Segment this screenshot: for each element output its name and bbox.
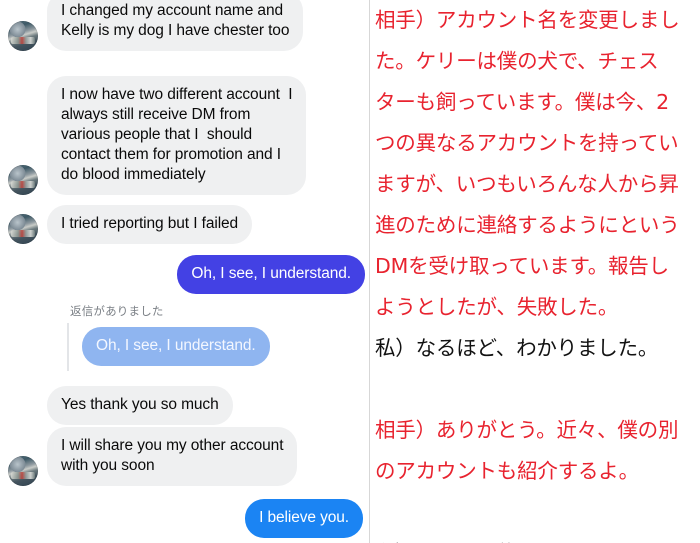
translation-line: DMを受け取っています。報告し [375, 254, 669, 278]
translation-line: ようとしたが、失敗した。 [375, 295, 619, 319]
message-row-incoming[interactable]: I tried reporting but I failed [8, 205, 253, 244]
message-row-outgoing[interactable]: I believe you. [245, 499, 363, 538]
message-row-incoming[interactable]: I will share you my other account with y… [8, 427, 298, 486]
message-bubble-outgoing[interactable]: Oh, I see, I understand. [177, 255, 365, 294]
message-row-outgoing[interactable]: Oh, I see, I understand. [177, 255, 365, 294]
translation-line: ターも飼っています。僕は今、2 [375, 90, 669, 114]
message-row-incoming[interactable]: Yes thank you so much [8, 386, 233, 425]
translation-line: た。ケリーは僕の犬で、チェス [375, 49, 659, 73]
message-bubble-outgoing[interactable]: I believe you. [245, 499, 363, 538]
screenshot-root: I changed my account name and Kelly is m… [0, 0, 700, 543]
message-bubble-incoming[interactable]: I tried reporting but I failed [47, 205, 253, 244]
chat-thread: I changed my account name and Kelly is m… [0, 0, 369, 543]
avatar[interactable] [8, 456, 38, 486]
message-row-incoming[interactable]: I changed my account name and Kelly is m… [8, 0, 304, 51]
translation-line: 進のために連絡するようにという [375, 213, 680, 237]
avatar[interactable] [8, 214, 38, 244]
translation-spacer [370, 369, 700, 410]
reply-indicator-label: 返信がありました [70, 304, 164, 318]
translation-line: 相手）アカウント名を変更しまし [375, 8, 680, 32]
message-bubble-incoming[interactable]: I changed my account name and Kelly is m… [47, 0, 304, 51]
translation-line: のアカウントも紹介するよ。 [375, 459, 639, 483]
message-bubble-incoming[interactable]: I now have two different account I alway… [47, 76, 307, 195]
reply-group: 返信がありました Oh, I see, I understand. [67, 303, 357, 371]
avatar[interactable] [8, 165, 38, 195]
japanese-translation-panel: 相手）アカウント名を変更しまし た。ケリーは僕の犬で、チェス ターも飼っています… [370, 0, 700, 543]
translation-line: ますが、いつもいろんな人から昇 [375, 172, 679, 196]
quoted-message-bubble[interactable]: Oh, I see, I understand. [82, 327, 270, 366]
avatar[interactable] [8, 21, 38, 51]
quote-accent-bar [67, 323, 69, 371]
quoted-message-wrap: Oh, I see, I understand. [67, 323, 357, 371]
translation-line: 相手）ありがとう。近々、僕の別 [375, 418, 679, 442]
translation-line: 私）あなたを信じてる。 [370, 533, 700, 543]
message-bubble-incoming[interactable]: I will share you my other account with y… [47, 427, 298, 486]
message-row-incoming[interactable]: I now have two different account I alway… [8, 76, 307, 195]
translation-spacer [370, 492, 700, 533]
translation-line: 私）なるほど、わかりました。 [375, 336, 659, 360]
message-bubble-incoming[interactable]: Yes thank you so much [47, 386, 233, 425]
translation-line: つの異なるアカウントを持ってい [375, 131, 679, 155]
